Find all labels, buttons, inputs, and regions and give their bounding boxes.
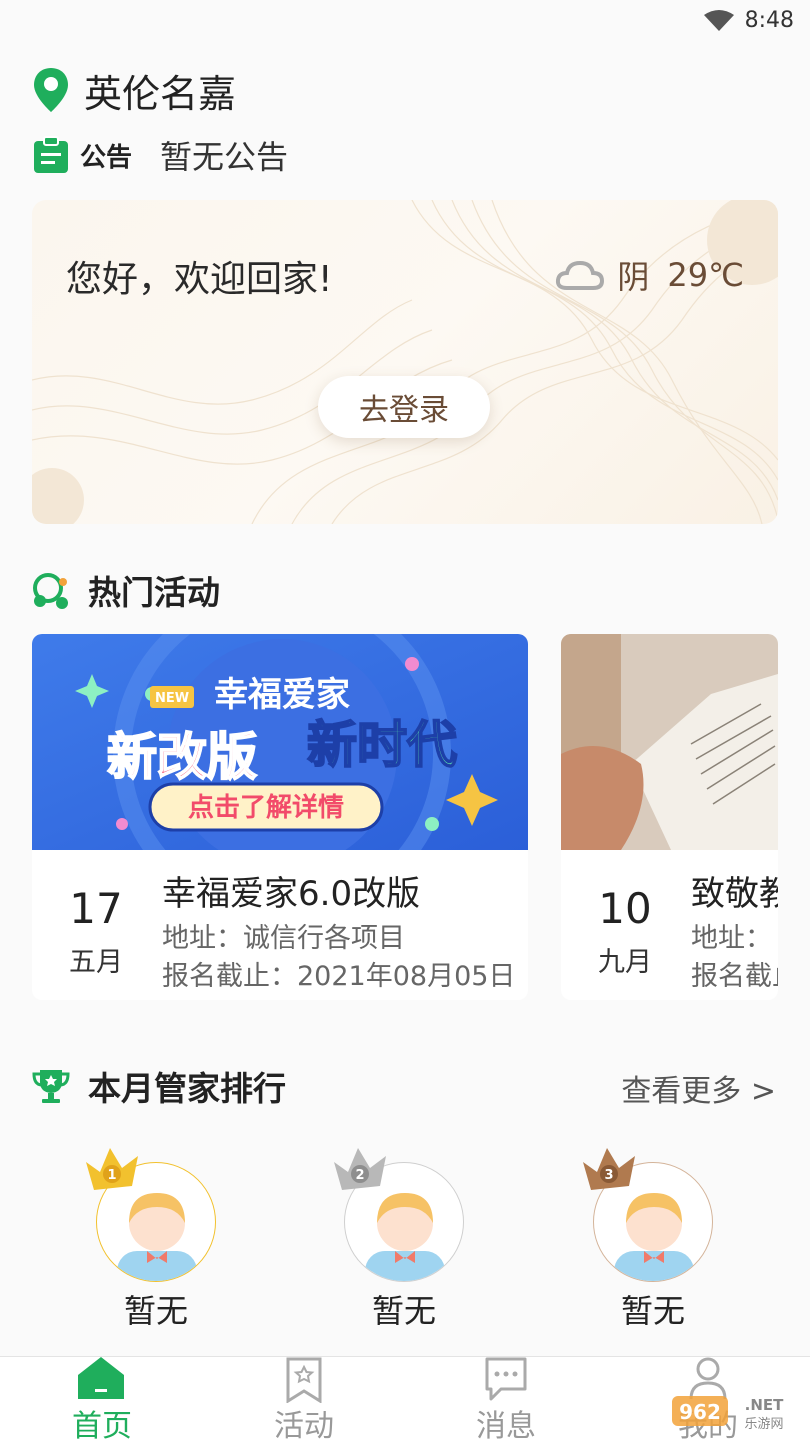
hot-activity-icon: [33, 573, 68, 609]
activity-day: 10: [598, 884, 652, 933]
activity-deadline: 报名截止: [691, 961, 778, 992]
activity-month: 九月: [598, 947, 652, 978]
tab-label: 活动: [274, 1409, 334, 1440]
activity-banner-image: NEW 幸福爱家 新改版 新时代 点击了解详情: [32, 634, 528, 850]
banner-line2b: 新时代: [307, 716, 457, 774]
svg-text:.NET: .NET: [745, 1396, 784, 1414]
hot-activities-title: 热门活动: [88, 573, 220, 612]
community-name: 英伦名嘉: [84, 71, 237, 116]
tab-home[interactable]: 首页: [42, 1357, 162, 1440]
rank-name: 暂无: [371, 1292, 436, 1330]
rank-name: 暂无: [620, 1292, 685, 1330]
login-button[interactable]: 去登录: [318, 376, 490, 438]
activity-deadline: 报名截止：2021年08月05日: [162, 961, 516, 992]
notice-bar[interactable]: 公告 暂无公告: [32, 134, 288, 176]
activity-address: 地址：: [691, 923, 772, 954]
cloud-icon: [556, 260, 605, 290]
ranking-item[interactable]: 2 暂无: [324, 1142, 484, 1332]
weather-condition: 阴: [617, 258, 650, 296]
svg-text:962: 962: [679, 1400, 721, 1424]
notice-label: 公告: [80, 142, 133, 173]
rank-number: 2: [355, 1168, 364, 1183]
rank-number: 3: [604, 1168, 613, 1183]
tab-label: 首页: [72, 1409, 132, 1440]
activity-card[interactable]: NEW 幸福爱家 新改版 新时代 点击了解详情 17 五月 幸福爱家6.0改版 …: [32, 634, 528, 1000]
svg-text:乐游网: 乐游网: [744, 1417, 783, 1432]
wave-pattern-background: [32, 200, 778, 524]
banner-line2a: 新改版: [107, 728, 257, 786]
welcome-card: 您好，欢迎回家! 阴 29℃ 去登录: [32, 200, 778, 524]
ranking-title: 本月管家排行: [88, 1069, 286, 1108]
temperature: 29℃: [667, 256, 744, 294]
rank-name: 暂无: [123, 1292, 188, 1330]
view-more-link[interactable]: 查看更多 >: [621, 1066, 776, 1110]
gold-crown-icon: 1: [86, 1148, 138, 1190]
tab-label: 消息: [476, 1409, 536, 1440]
chat-bubble-icon: [485, 1357, 527, 1401]
activity-card[interactable]: 10 九月 致敬教 地址： 报名截止: [561, 634, 778, 1000]
status-bar: 8:48: [0, 0, 810, 44]
community-selector[interactable]: 英伦名嘉: [32, 64, 236, 116]
bookmark-star-icon: [286, 1357, 322, 1403]
activity-day: 17: [69, 884, 123, 933]
activity-month: 五月: [69, 947, 123, 978]
wifi-icon: [704, 10, 734, 31]
notice-text: 暂无公告: [160, 138, 289, 176]
silver-crown-icon: 2: [334, 1148, 386, 1190]
activity-address: 地址：诚信行各项目: [162, 923, 405, 954]
tab-messages[interactable]: 消息: [446, 1357, 566, 1440]
trophy-icon: [32, 1070, 70, 1103]
ranking-item[interactable]: 3 暂无: [573, 1142, 733, 1332]
banner-new-tag: NEW: [155, 691, 189, 706]
hot-activities-header: 热门活动: [32, 566, 220, 614]
greeting-text: 您好，欢迎回家!: [66, 259, 333, 300]
ranking-item[interactable]: 1 暂无: [76, 1142, 236, 1332]
bronze-crown-icon: 3: [583, 1148, 635, 1190]
banner-line1: 幸福爱家: [214, 675, 350, 715]
rank-number: 1: [107, 1168, 116, 1183]
home-icon: [78, 1357, 124, 1399]
location-pin-icon: [34, 68, 68, 112]
status-time: 8:48: [744, 8, 794, 33]
ranking-header: 本月管家排行: [32, 1062, 286, 1110]
activity-title: 幸福爱家6.0改版: [162, 874, 421, 914]
tab-activity[interactable]: 活动: [244, 1357, 364, 1440]
weather-info: 阴 29℃: [555, 252, 744, 298]
notice-clipboard-icon: [34, 136, 68, 173]
activity-title: 致敬教: [691, 874, 778, 914]
watermark-logo: 962 .NET 乐游网: [672, 1396, 784, 1432]
activity-banner-image: [561, 634, 778, 850]
banner-cta: 点击了解详情: [188, 792, 344, 823]
